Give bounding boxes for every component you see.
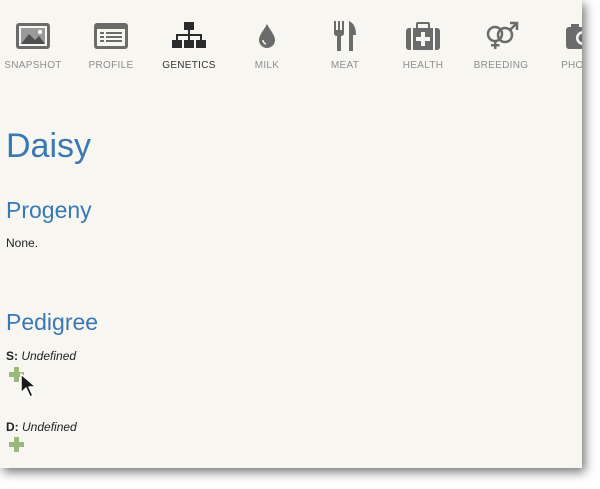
nav-item-milk[interactable]: MILK xyxy=(227,18,307,71)
progeny-heading: Progeny xyxy=(6,197,92,223)
gender-symbols-icon xyxy=(486,21,519,49)
nav-item-snapshot[interactable]: SNAPSHOT xyxy=(0,18,73,71)
progeny-empty-text: None. xyxy=(6,236,39,250)
profile-card-icon xyxy=(94,23,128,49)
nav-label-meat: MEAT xyxy=(330,60,360,71)
add-dam-plus-icon[interactable] xyxy=(8,436,25,453)
nav-item-health[interactable]: HEALTH xyxy=(383,18,463,71)
app-window: SNAPSHOT PROFILE GENETICS MILK MEAT HEAL… xyxy=(0,0,582,468)
dam-value: Undefined xyxy=(22,420,77,434)
nav-item-genetics[interactable]: GENETICS xyxy=(149,18,229,71)
nav-label-genetics: GENETICS xyxy=(162,60,216,71)
fork-knife-icon xyxy=(334,21,356,51)
medical-kit-icon xyxy=(406,22,440,50)
mouse-pointer-icon xyxy=(20,373,37,398)
nav-label-milk: MILK xyxy=(254,60,280,71)
nav-label-breeding: BREEDING xyxy=(473,60,529,71)
sire-row: S: Undefined xyxy=(6,349,76,363)
dam-row: D: Undefined xyxy=(6,420,77,434)
camera-icon xyxy=(566,24,582,49)
nav-label-photos: PHOTOS xyxy=(561,60,582,71)
dam-label: D: xyxy=(6,420,19,434)
nav-label-profile: PROFILE xyxy=(88,60,134,71)
sire-value: Undefined xyxy=(21,349,77,363)
nav-item-profile[interactable]: PROFILE xyxy=(71,18,151,71)
nav-label-snapshot: SNAPSHOT xyxy=(4,60,62,71)
pedigree-heading: Pedigree xyxy=(6,309,99,335)
nav-label-health: HEALTH xyxy=(402,60,444,71)
sire-label: S: xyxy=(6,349,18,363)
section-nav: SNAPSHOT PROFILE GENETICS MILK MEAT HEAL… xyxy=(0,0,582,80)
nav-item-breeding[interactable]: BREEDING xyxy=(461,18,541,71)
nav-item-photos[interactable]: PHOTOS xyxy=(543,18,582,71)
hierarchy-icon xyxy=(172,22,206,48)
image-icon xyxy=(16,23,50,49)
nav-item-meat[interactable]: MEAT xyxy=(305,18,385,71)
animal-name-title: Daisy xyxy=(6,127,92,165)
droplet-icon xyxy=(259,24,275,48)
